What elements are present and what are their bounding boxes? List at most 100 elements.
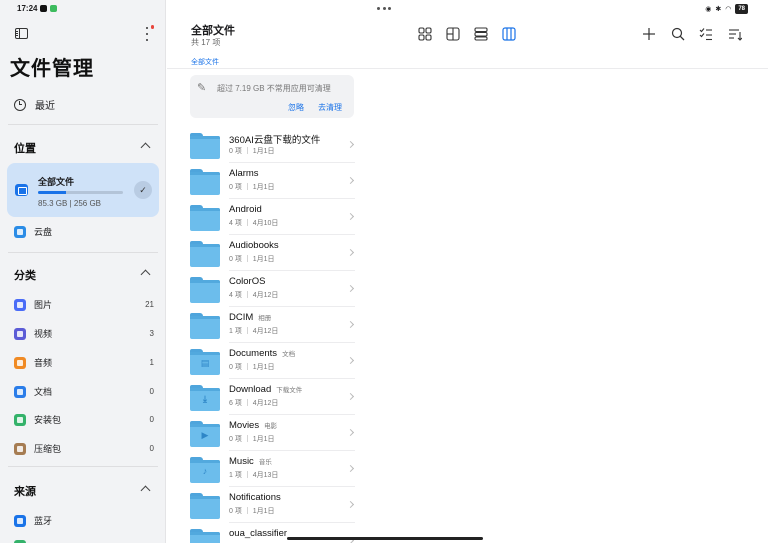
file-meta: 0 项 ｜ 1月1日 [229, 364, 275, 371]
app-notification-icon [50, 5, 58, 12]
sidebar-item-archives[interactable]: 压缩包 0 [14, 442, 154, 455]
file-name: Download 下载文件 [229, 384, 302, 395]
ignore-button[interactable]: 忽略 [288, 102, 304, 113]
multitask-dots-icon[interactable] [377, 7, 391, 10]
sidebar-item-videos[interactable]: 视频 3 [14, 327, 154, 340]
storage-size: 85.3 GB | 256 GB [38, 199, 102, 208]
file-meta: 1 项 ｜ 4月13日 [229, 472, 279, 479]
file-row[interactable]: ⤓ Download 下载文件 6 项 ｜ 4月12日 [190, 379, 355, 415]
file-tag: 下载文件 [276, 387, 303, 394]
battery-icon: 78 [735, 4, 748, 14]
file-name-text: 360AI云盘下载的文件 [229, 135, 321, 146]
file-name-text: DCIM [229, 312, 254, 323]
banner-text: 超过 7.19 GB 不常用应用可清理 [217, 84, 331, 93]
file-name: Audiobooks [229, 240, 284, 251]
file-name-text: Alarms [229, 168, 259, 179]
file-row[interactable]: oua_classifier [190, 523, 355, 543]
folder-icon [190, 313, 220, 339]
category-count: 3 [149, 329, 154, 338]
grid-view-icon[interactable] [418, 27, 432, 41]
section-title-category: 分类 [14, 270, 36, 282]
file-row[interactable]: Android 4 项 ｜ 4月10日 [190, 199, 355, 235]
alarm-icon: ◉ [705, 6, 712, 13]
file-row[interactable]: ▤ Documents 文档 0 项 ｜ 1月1日 [190, 343, 355, 379]
file-tag: 相册 [258, 315, 272, 322]
category-count: 0 [149, 444, 154, 453]
clean-broom-icon[interactable]: ✓ [134, 181, 152, 199]
archive-icon [14, 442, 26, 455]
file-name: 360AI云盘下载的文件 [229, 132, 325, 146]
collapse-source-icon[interactable] [140, 485, 151, 496]
file-row[interactable]: Notifications 0 项 ｜ 1月1日 [190, 487, 355, 523]
audio-icon [14, 356, 26, 369]
time-text: 17:24 [17, 4, 38, 13]
file-name-text: Audiobooks [229, 240, 279, 251]
file-meta: 1 项 ｜ 4月12日 [229, 328, 279, 335]
file-row[interactable]: 360AI云盘下载的文件 0 项 ｜ 1月1日 [190, 127, 355, 163]
folder-glyph: ▤ [200, 358, 210, 368]
sidebar-item-cloud[interactable]: 云盘 [14, 225, 52, 238]
column-view-icon[interactable] [502, 27, 516, 41]
category-label: 文档 [34, 387, 53, 397]
file-row[interactable]: ♪ Music 音乐 1 项 ｜ 4月13日 [190, 451, 355, 487]
chevron-right-icon [346, 140, 355, 149]
sidebar-item-apks[interactable]: 安装包 0 [14, 413, 154, 426]
file-name: Notifications [229, 492, 286, 503]
folder-glyph: ♪ [202, 466, 208, 476]
page-title: 全部文件 [191, 25, 235, 37]
main-panel: ◉ ✱ ◠ 78 全部文件 共 17 项 全部文件 ✎ 超过 7.19 GB 不… [167, 0, 768, 543]
category-count: 0 [149, 387, 154, 396]
sidebar-item-recent[interactable]: 最近 [14, 97, 55, 112]
sidebar-toggle-icon[interactable] [15, 28, 28, 39]
file-name-text: Download [229, 384, 272, 395]
folder-icon [190, 529, 220, 543]
folder-icon [190, 205, 220, 231]
divider [8, 252, 158, 253]
cleanup-banner: ✎ 超过 7.19 GB 不常用应用可清理 忽略 去清理 [190, 75, 354, 118]
folder-icon [190, 133, 220, 159]
status-right: ◉ ✱ ◠ 78 [705, 4, 748, 14]
gallery-view-icon[interactable] [446, 27, 460, 41]
add-icon[interactable] [642, 27, 656, 41]
file-row[interactable]: DCIM 相册 1 项 ｜ 4月12日 [190, 307, 355, 343]
breadcrumb[interactable]: 全部文件 [191, 57, 219, 67]
header-divider [167, 68, 768, 69]
multi-select-icon[interactable] [699, 27, 713, 41]
file-name: Music 音乐 [229, 456, 272, 467]
clean-up-button[interactable]: 去清理 [318, 102, 342, 113]
file-name: Android [229, 204, 267, 215]
category-label: 音频 [34, 358, 53, 368]
recent-label: 最近 [35, 101, 55, 112]
item-count: 共 17 项 [191, 38, 221, 47]
bluetooth-icon [14, 514, 26, 527]
sidebar-item-audio[interactable]: 音频 1 [14, 356, 154, 369]
file-name-text: Documents [229, 348, 278, 359]
file-row[interactable]: Alarms 0 项 ｜ 1月1日 [190, 163, 355, 199]
sidebar-item-images[interactable]: 图片 21 [14, 298, 154, 311]
clock-icon [14, 98, 26, 111]
more-menu-icon[interactable] [144, 25, 154, 41]
divider [8, 466, 158, 467]
file-row[interactable]: ▶ Movies 电影 0 项 ｜ 1月1日 [190, 415, 355, 451]
file-meta: 0 项 ｜ 1月1日 [229, 148, 275, 155]
sidebar-item-documents[interactable]: 文档 0 [14, 385, 154, 398]
list-view-icon[interactable] [474, 27, 488, 41]
cloud-label: 云盘 [34, 227, 53, 237]
home-indicator[interactable] [287, 537, 483, 540]
file-name: oua_classifier [229, 528, 292, 539]
file-meta: 0 项 ｜ 1月1日 [229, 508, 275, 515]
folder-glyph: ⤓ [203, 394, 207, 404]
folder-icon [190, 241, 220, 267]
file-row[interactable]: ColorOS 4 项 ｜ 4月12日 [190, 271, 355, 307]
tiktok-notification-icon [40, 5, 48, 12]
file-row[interactable]: Audiobooks 0 项 ｜ 1月1日 [190, 235, 355, 271]
sidebar-item-bluetooth[interactable]: 蓝牙 [14, 514, 154, 527]
sort-icon[interactable] [728, 27, 742, 41]
phone-storage-icon [15, 184, 28, 196]
chevron-right-icon [346, 392, 355, 401]
search-icon[interactable] [671, 27, 685, 41]
collapse-category-icon[interactable] [140, 269, 151, 280]
sidebar-item-all-files[interactable]: 全部文件 85.3 GB | 256 GB ✓ [7, 163, 159, 217]
collapse-location-icon[interactable] [140, 142, 151, 153]
file-tag: 电影 [264, 423, 278, 430]
